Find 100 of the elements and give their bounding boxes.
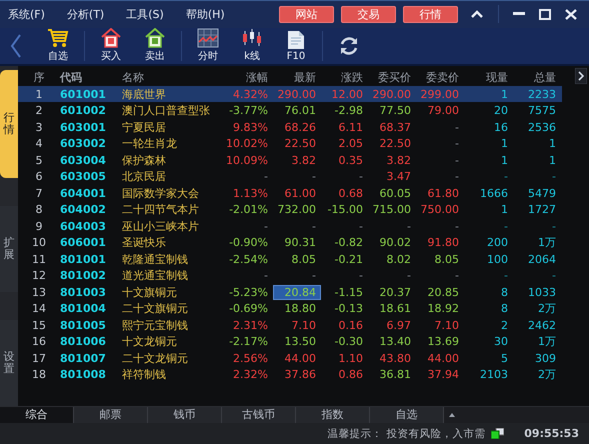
table-cell-text: 604001 [60,186,107,200]
table-cell-text: -0.30 [334,335,364,348]
table-cell-text: 18.80 [284,302,317,316]
table-cell-text: 13.69 [426,335,460,348]
nav-button[interactable]: 网站 [279,6,334,23]
table-cell-text: 13 [31,286,47,299]
table-cell-text: 0.86 [338,368,364,382]
table-cell-text: 12.00 [330,88,364,101]
column-header[interactable]: 最新 [274,70,322,86]
minimize-icon[interactable] [513,12,525,16]
table-cell-text: - [454,220,460,233]
table-cell-text: 7575 [527,104,557,118]
table-cell-text: -0.90% [228,236,269,250]
column-header[interactable]: 总量 [514,70,562,86]
close-icon[interactable] [565,8,577,20]
bottom-tab[interactable]: 钱币 [148,406,222,424]
table-cell-text: 16 [31,335,47,348]
table-cell-text: 37.86 [284,368,317,382]
table-cell-text: 1033 [527,286,557,299]
table-cell-text: 18 [31,368,47,382]
table-cell-text: 9.83% [232,120,269,134]
table-cell-text: 91.80 [426,236,460,250]
column-header[interactable]: 涨幅 [224,70,274,86]
table-cell-text: -0.13 [334,302,364,316]
table-cell-text: 2462 [527,318,557,332]
refresh-icon[interactable] [338,34,360,57]
table-cell-text: 1727 [527,203,557,216]
table-cell-text: 604002 [60,203,107,216]
toolbar-button[interactable]: k线 [230,28,274,64]
side-tab[interactable]: 设置 [0,320,18,406]
table-cell-text: 0.16 [338,318,364,332]
bottom-tab[interactable]: 指数 [296,406,370,424]
menu-item[interactable]: 系统(F) [8,6,45,22]
table-cell-text: 1 [548,137,557,150]
bottom-tab[interactable]: 自选 [370,406,444,424]
table-cell-text: 4 [34,137,44,150]
table-cell-text: 3.82 [386,154,412,167]
side-tab[interactable]: 行情 [0,70,18,178]
column-header[interactable]: 名称 [122,70,224,86]
table-cell-text: -3.77% [228,104,269,118]
toolbar-button[interactable]: 分时 [186,28,230,64]
table-cell-text: 海底世界 [122,86,167,102]
table-cell-text: 200 [486,236,509,250]
table-cell-text: 宁夏民居 [122,120,167,135]
toolbar-button[interactable]: 自选 [36,28,80,64]
toolbar-button[interactable]: 卖出 [133,28,177,64]
table-cell-text: 8.05 [434,252,460,266]
menu-item[interactable]: 分析(T) [66,6,104,22]
table-cell-text: - [551,170,557,184]
table-cell-text: 1万 [537,235,557,250]
table-cell-text: 801001 [60,252,107,266]
back-icon[interactable] [10,34,22,58]
table-cell-text: 2.56% [232,352,269,365]
column-header[interactable]: 序 [18,70,60,86]
column-header[interactable]: 委买价 [369,70,417,86]
table-cell-text: 2536 [527,120,557,134]
menu-item[interactable]: 帮助(H) [186,6,225,22]
table-cell-text: 1.13% [232,186,269,200]
expand-icon[interactable] [575,68,587,84]
toolbar-button[interactable]: 买入 [89,28,133,64]
table-cell-text: - [454,269,460,282]
table-cell-text: 1 [500,137,509,150]
toolbar-button[interactable]: F10 [274,30,318,62]
table-cell-text: 61.00 [284,186,317,200]
table-cell-text: 44.00 [284,352,317,365]
table-cell-text: 0.35 [338,154,364,167]
table-cell-text: 601002 [60,104,107,118]
nav-button[interactable]: 行情 [403,6,458,23]
table-cell-text: 801003 [60,286,107,299]
bottom-tab[interactable]: 邮票 [74,406,148,424]
maximize-icon[interactable] [539,8,551,20]
table-cell-text: -2.98 [334,104,364,118]
table-cell-text: - [503,220,509,233]
column-header[interactable]: 代码 [60,70,122,86]
collapse-icon[interactable] [470,9,484,20]
table-cell-text: 60.05 [378,186,412,200]
column-header[interactable]: 现量 [465,70,514,86]
nav-button[interactable]: 交易 [341,6,396,23]
table-cell-text: 801004 [60,302,107,316]
bottom-tab[interactable]: 古钱币 [222,406,296,424]
table-cell-text: 68.37 [378,120,412,134]
column-header[interactable]: 涨跌 [322,70,369,86]
table-cell-text: 801008 [60,368,107,382]
bottom-tab[interactable]: 综合 [0,406,74,424]
table-cell-text: 1 [500,154,509,167]
table-cell-text: 圣诞快乐 [122,235,167,250]
table-cell-text: - [454,137,460,150]
table-cell-text: 603001 [60,120,107,134]
table-cell-text: 熙宁元宝制钱 [122,318,189,333]
table-cell-text: 1万 [537,334,557,350]
side-tab[interactable]: 扩展 [0,206,18,292]
table-cell-text: 15 [31,318,47,332]
table-cell-text: 17 [31,352,47,365]
column-header[interactable]: 委卖价 [417,70,465,86]
scroll-up-icon[interactable] [449,412,455,417]
table-cell-text: 2.31% [232,318,269,332]
table-cell-text: -5.23% [228,286,269,299]
table-cell-text: 道光通宝制钱 [122,268,189,284]
menu-item[interactable]: 工具(S) [126,6,164,22]
table-cell-text: 77.50 [378,104,412,118]
